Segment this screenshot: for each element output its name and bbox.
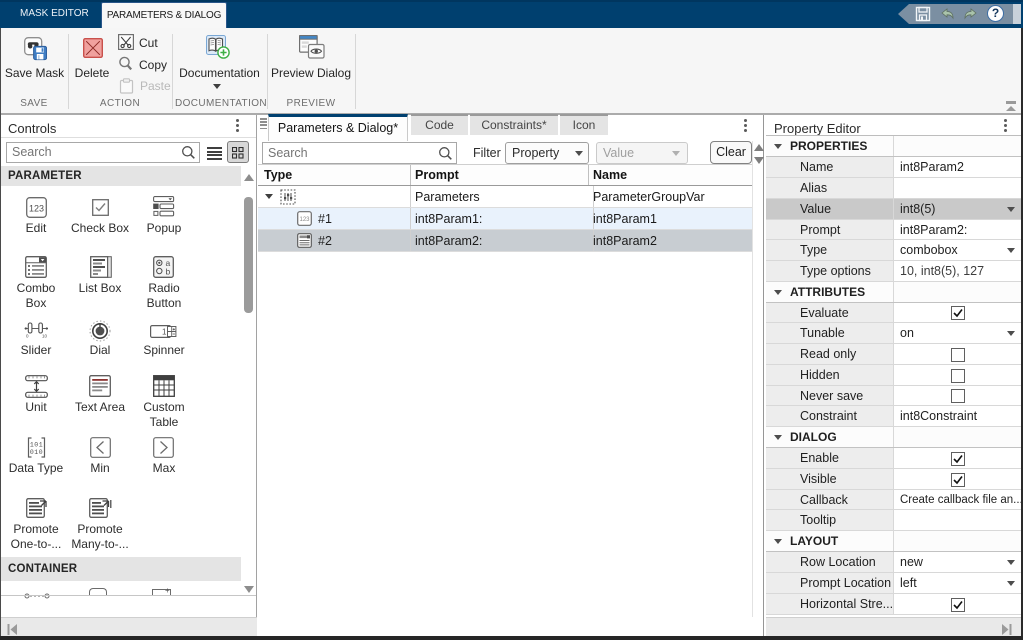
svg-text:b: b	[166, 266, 171, 276]
svg-text:1: 1	[162, 328, 167, 337]
svg-text:101: 101	[30, 442, 43, 449]
svg-text:010: 010	[30, 449, 43, 456]
svg-text:0: 0	[26, 334, 29, 339]
svg-text:123: 123	[29, 204, 44, 214]
svg-text:10: 10	[42, 334, 48, 339]
svg-text:123: 123	[299, 217, 310, 223]
